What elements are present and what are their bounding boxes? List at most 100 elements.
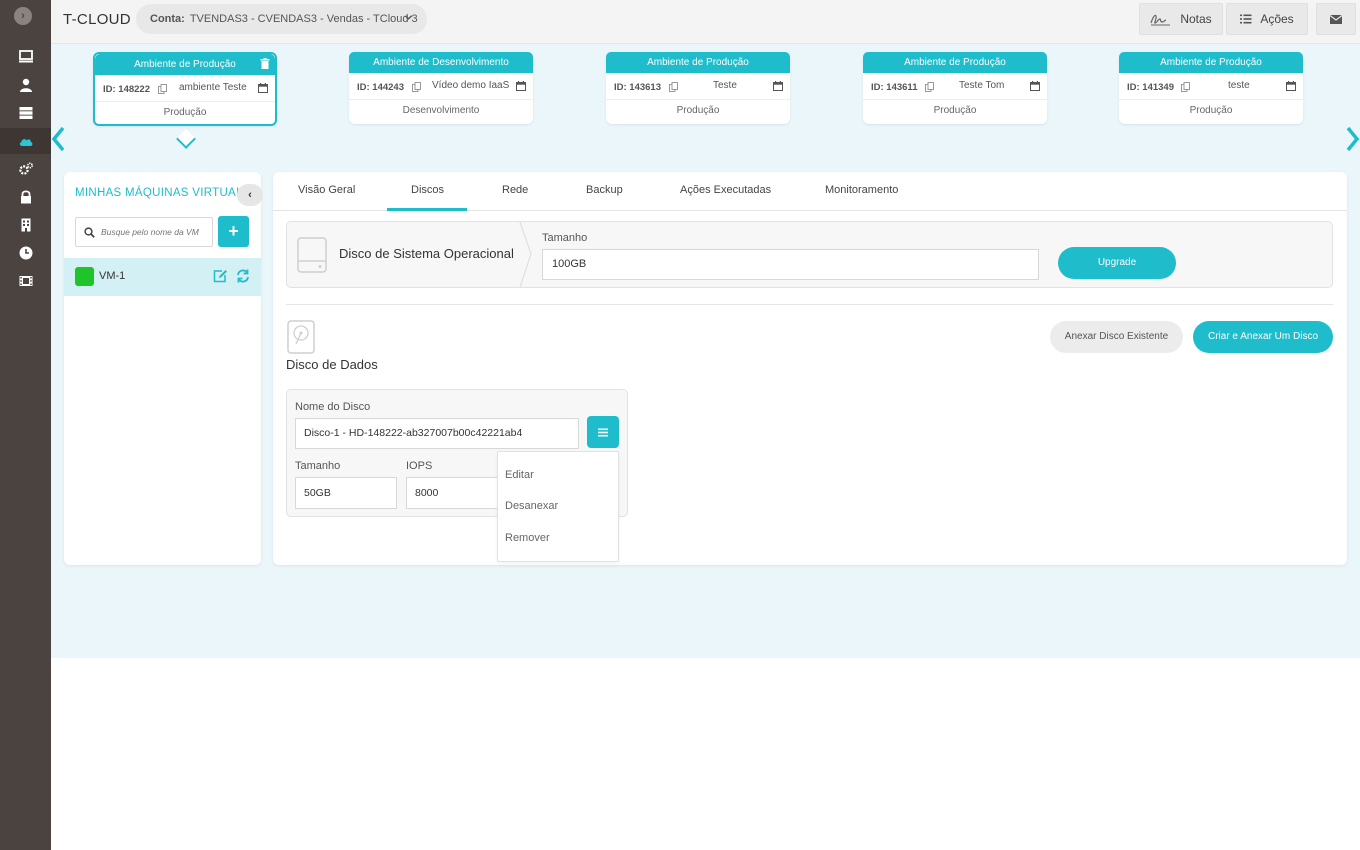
env-type: Produção	[1189, 105, 1233, 116]
copy-icon[interactable]	[925, 82, 934, 92]
sidebar-item-monitor[interactable]	[0, 44, 51, 70]
env-info-row: ID: 148222 ambiente Teste	[95, 75, 275, 102]
calendar-icon[interactable]	[258, 83, 268, 93]
trash-icon[interactable]	[260, 58, 270, 69]
env-name: teste	[1228, 80, 1250, 91]
search-icon	[84, 226, 95, 238]
user-icon	[19, 78, 32, 92]
film-icon	[19, 276, 32, 286]
env-name: Vídeo demo IaaS	[432, 80, 510, 91]
sidebar-item-lock[interactable]	[0, 184, 51, 210]
tab-bar: Visão Geral Discos Rede Backup Ações Exe…	[273, 172, 1347, 211]
env-id: ID: 148222	[103, 84, 151, 95]
env-header: Ambiente de Produção	[863, 52, 1047, 73]
tab-monitoramento[interactable]: Monitoramento	[825, 184, 898, 196]
account-selector[interactable]: Conta: TVENDAS3 - CVENDAS3 - Vendas - TC…	[136, 4, 427, 34]
env-type: Produção	[676, 105, 720, 116]
sidebar-item-film[interactable]	[0, 268, 51, 294]
calendar-icon[interactable]	[516, 81, 526, 91]
sidebar-item-cogs[interactable]	[0, 156, 51, 182]
sidebar-item-user[interactable]	[0, 72, 51, 98]
env-header-label: Ambiente de Produção	[904, 57, 1006, 68]
list-icon	[1240, 14, 1252, 24]
env-header-label: Ambiente de Produção	[647, 57, 749, 68]
menu-item-desanexar[interactable]: Desanexar	[505, 500, 558, 512]
tab-acoes-executadas[interactable]: Ações Executadas	[680, 184, 771, 196]
disk-name-label: Nome do Disco	[295, 401, 371, 413]
vm-panel: MINHAS MÁQUINAS VIRTUAIS ‹ + VM-1	[64, 172, 263, 565]
vm-status-indicator	[75, 267, 94, 286]
account-value: TVENDAS3 - CVENDAS3 - Vendas - TCloud 3	[189, 13, 418, 25]
env-card-148222[interactable]: Ambiente de Produção ID: 148222 ambiente…	[93, 52, 277, 149]
cogs-icon	[18, 162, 33, 175]
copy-icon[interactable]	[412, 82, 421, 92]
sidebar-toggle-icon[interactable]: ›	[14, 7, 32, 25]
carousel-next-arrow[interactable]	[1344, 126, 1360, 152]
disk-menu-button[interactable]	[587, 416, 619, 448]
menu-icon	[598, 428, 608, 436]
messages-button[interactable]	[1316, 3, 1356, 35]
env-card-143611[interactable]: Ambiente de Produção ID: 143611 Teste To…	[863, 52, 1047, 124]
refresh-icon[interactable]	[236, 269, 250, 283]
edit-icon[interactable]	[213, 269, 228, 283]
chevron-down-icon	[404, 15, 413, 20]
tab-discos[interactable]: Discos	[411, 184, 444, 196]
disk-size-label: Tamanho	[295, 460, 341, 472]
acoes-label: Ações	[1260, 12, 1294, 26]
os-size-field[interactable]: 100GB	[542, 249, 1039, 280]
copy-icon[interactable]	[158, 84, 167, 94]
building-icon	[21, 218, 30, 232]
env-card-144243[interactable]: Ambiente de Desenvolvimento ID: 144243 V…	[349, 52, 533, 124]
calendar-icon[interactable]	[1286, 81, 1296, 91]
env-id: ID: 143613	[614, 82, 662, 93]
env-type: Produção	[163, 107, 207, 118]
env-header: Ambiente de Produção	[1119, 52, 1303, 73]
acoes-button[interactable]: Ações	[1226, 3, 1308, 35]
env-header: Ambiente de Produção	[606, 52, 790, 73]
carousel-prev-arrow[interactable]	[51, 126, 67, 152]
vm-search-input[interactable]	[101, 227, 201, 237]
menu-item-editar[interactable]: Editar	[505, 469, 534, 481]
main-panel: Visão Geral Discos Rede Backup Ações Exe…	[273, 172, 1347, 565]
attach-existing-disk-button[interactable]: Anexar Disco Existente	[1050, 321, 1183, 353]
env-card-143613[interactable]: Ambiente de Produção ID: 143613 Teste Pr…	[606, 52, 790, 124]
env-name: ambiente Teste	[179, 82, 247, 93]
tab-rede[interactable]: Rede	[502, 184, 528, 196]
disk-iops-label: IOPS	[406, 460, 433, 472]
envelope-icon	[1330, 14, 1342, 24]
env-header: Ambiente de Produção	[95, 54, 275, 75]
calendar-icon[interactable]	[773, 81, 783, 91]
top-bar: T-CLOUD Conta: TVENDAS3 - CVENDAS3 - Ven…	[51, 0, 1360, 44]
tab-visao-geral[interactable]: Visão Geral	[298, 184, 355, 196]
add-vm-button[interactable]: +	[218, 216, 249, 247]
upgrade-button[interactable]: Upgrade	[1058, 247, 1176, 279]
sidebar-item-server[interactable]	[0, 100, 51, 126]
env-id: ID: 141349	[1127, 82, 1175, 93]
disk-size-field[interactable]: 50GB	[295, 477, 397, 509]
env-card-141349[interactable]: Ambiente de Produção ID: 141349 teste Pr…	[1119, 52, 1303, 124]
vm-search-box	[75, 217, 213, 247]
vm-panel-title: MINHAS MÁQUINAS VIRTUAIS	[75, 187, 248, 199]
disk-name-field[interactable]: Disco-1 - HD-148222-ab327007b00c42221ab4	[295, 418, 579, 449]
menu-item-remover[interactable]: Remover	[505, 532, 550, 544]
copy-icon[interactable]	[669, 82, 678, 92]
notas-button[interactable]: Notas	[1139, 3, 1223, 35]
env-info-row: ID: 141349 teste	[1119, 73, 1303, 100]
sidebar-item-clock[interactable]	[0, 240, 51, 266]
os-disk-title: Disco de Sistema Operacional	[339, 246, 514, 261]
create-attach-disk-button[interactable]: Criar e Anexar Um Disco	[1193, 321, 1333, 353]
disk-iops-field[interactable]: 8000	[406, 477, 508, 509]
clock-icon	[19, 246, 32, 260]
env-id: ID: 143611	[871, 82, 918, 93]
copy-icon[interactable]	[1181, 82, 1190, 92]
collapse-panel-button[interactable]: ‹	[237, 184, 263, 206]
sidebar-item-building[interactable]	[0, 212, 51, 238]
divider	[286, 304, 1333, 305]
calendar-icon[interactable]	[1030, 81, 1040, 91]
account-label: Conta:	[150, 13, 185, 25]
lock-icon	[20, 190, 31, 204]
sidebar-item-cloud[interactable]	[0, 128, 51, 154]
tab-backup[interactable]: Backup	[586, 184, 623, 196]
vm-list-item[interactable]: VM-1	[64, 258, 261, 296]
env-name: Teste Tom	[959, 80, 1005, 91]
